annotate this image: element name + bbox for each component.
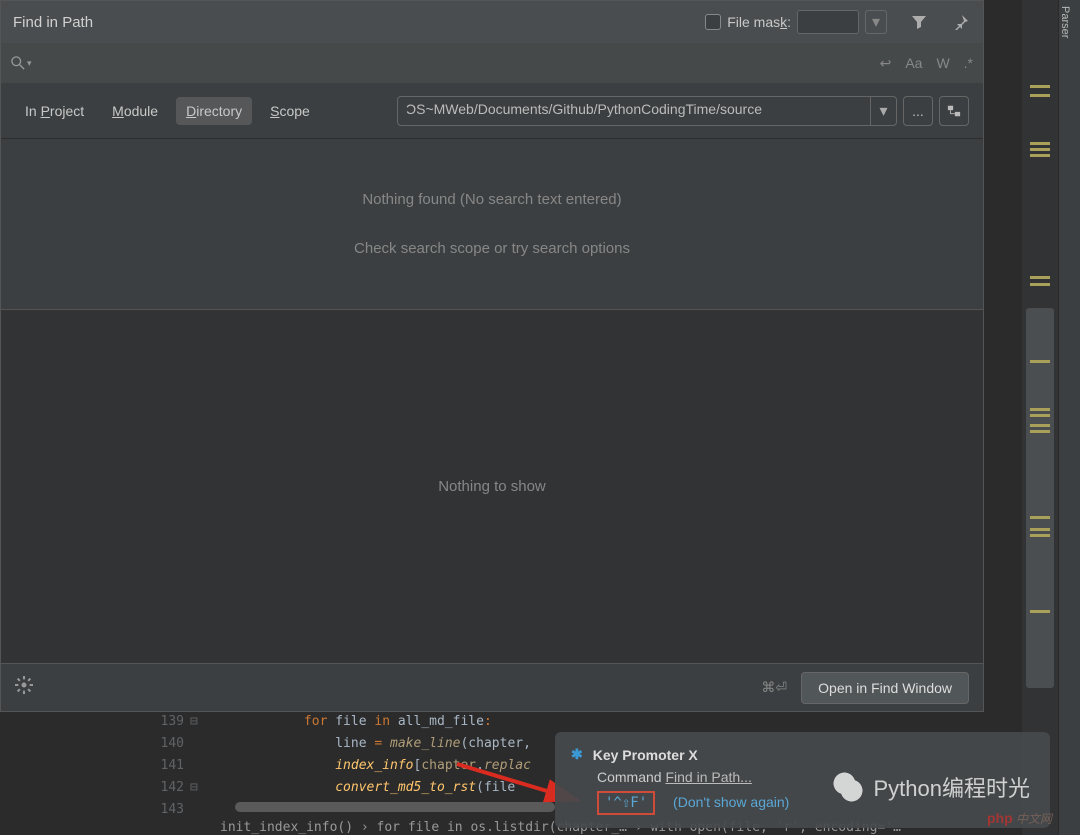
file-mask-input[interactable]	[797, 10, 859, 34]
open-in-find-window-button[interactable]: Open in Find Window	[801, 672, 969, 704]
fold-mark[interactable]: ⊟	[190, 780, 210, 795]
php-watermark: php 中文网	[987, 810, 1052, 827]
scope-tab-project[interactable]: In Project	[15, 97, 94, 125]
notification-command-link[interactable]: Find in Path...	[665, 769, 751, 785]
file-mask-label: File mask:	[727, 14, 791, 30]
search-bar: ▾ ↩ Aa W .*	[1, 43, 983, 83]
results-empty-line2: Check search scope or try search options	[354, 240, 630, 257]
find-in-path-dialog: Find in Path File mask: ▾ ▾ ↩ Aa W .* In…	[0, 0, 984, 712]
results-empty-line1: Nothing found (No search text entered)	[362, 191, 621, 208]
gear-icon[interactable]	[15, 676, 33, 699]
dialog-header: Find in Path File mask: ▾	[1, 1, 983, 43]
results-area: Nothing found (No search text entered) C…	[1, 139, 983, 309]
shortcut-hint: ⌘⏎	[761, 679, 787, 696]
newline-icon[interactable]: ↩	[880, 55, 892, 72]
scope-tab-scope[interactable]: Scope	[260, 97, 320, 125]
preview-empty-text: Nothing to show	[438, 478, 546, 495]
watermark: Python编程时光	[830, 769, 1031, 805]
dialog-title: Find in Path	[13, 14, 695, 31]
file-mask-dropdown[interactable]: ▾	[865, 10, 887, 34]
plugin-icon: ✱	[571, 746, 583, 763]
scope-row: In Project Module Directory Scope ƆS~MWe…	[1, 83, 983, 139]
notification-shortcut: '^⇧F'	[597, 791, 655, 815]
match-case-toggle[interactable]: Aa	[905, 55, 922, 71]
line-number: 140	[150, 736, 190, 751]
words-toggle[interactable]: W	[936, 55, 949, 71]
search-icon[interactable]: ▾	[11, 56, 32, 70]
directory-path-text: ƆS~MWeb/Documents/Github/PythonCodingTim…	[398, 97, 870, 125]
recursive-toggle[interactable]	[939, 96, 969, 126]
horizontal-scrollbar[interactable]	[235, 802, 555, 812]
line-number: 139	[150, 714, 190, 729]
scope-tab-directory[interactable]: Directory	[176, 97, 252, 125]
filter-icon[interactable]	[909, 12, 929, 32]
preview-area: Nothing to show	[1, 309, 983, 663]
file-mask-checkbox[interactable]	[705, 14, 721, 30]
directory-path-combo[interactable]: ƆS~MWeb/Documents/Github/PythonCodingTim…	[397, 96, 897, 126]
parser-tool-label[interactable]: Parser	[1059, 0, 1071, 38]
editor-minimap[interactable]	[1022, 0, 1058, 835]
line-number: 142	[150, 780, 190, 795]
search-input[interactable]	[40, 55, 880, 72]
scope-tab-module[interactable]: Module	[102, 97, 168, 125]
chevron-down-icon[interactable]: ▾	[870, 97, 896, 125]
tool-window-right-bar[interactable]: Parser	[1058, 0, 1080, 835]
browse-button[interactable]: ...	[903, 96, 933, 126]
dialog-footer: ⌘⏎ Open in Find Window	[1, 663, 983, 711]
dont-show-again-link[interactable]: (Don't show again)	[673, 794, 789, 810]
regex-toggle[interactable]: .*	[964, 55, 973, 71]
fold-mark[interactable]: ⊟	[190, 714, 210, 729]
notification-title: Key Promoter X	[593, 747, 698, 763]
line-number: 143	[150, 802, 190, 817]
watermark-logo	[830, 769, 866, 805]
pin-icon[interactable]	[951, 12, 971, 32]
notification-command-label: Command	[597, 769, 665, 785]
line-number: 141	[150, 758, 190, 773]
